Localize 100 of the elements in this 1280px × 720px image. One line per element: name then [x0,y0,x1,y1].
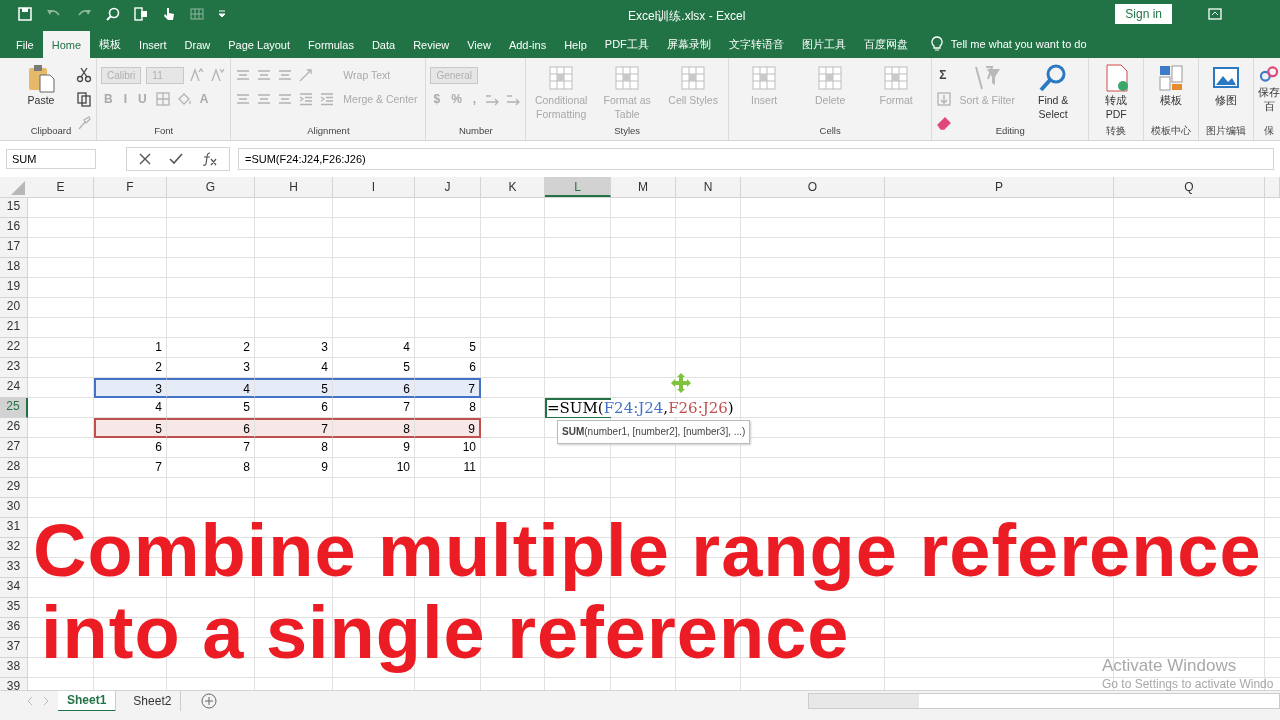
row-header[interactable]: 39 [0,678,28,690]
sign-in-button[interactable]: Sign in [1115,4,1172,24]
row-header[interactable]: 17 [0,238,28,258]
column-header[interactable]: Q [1114,177,1265,197]
column-header[interactable]: E [28,177,94,197]
add-sheet-icon[interactable] [201,693,218,709]
row-header[interactable]: 25 [0,398,28,418]
group-label: Styles [613,125,642,136]
table-cell: 6 [415,358,481,378]
ribbon-tab[interactable]: Data [362,31,405,58]
customize-icon[interactable] [218,9,226,19]
column-header[interactable]: F [94,177,167,197]
ribbon-button[interactable]: Paste [10,61,72,109]
row-header[interactable]: 22 [0,338,28,358]
table-cell: 8 [255,438,333,458]
ribbon-tab[interactable]: 百度网盘 [854,31,917,58]
row-header[interactable]: 31 [0,518,28,538]
ribbon-tab[interactable]: Draw [175,31,220,58]
row-header[interactable]: 34 [0,578,28,598]
hand-icon[interactable] [162,7,176,21]
row-header[interactable]: 29 [0,478,28,498]
row-header[interactable]: 27 [0,438,28,458]
row-header[interactable]: 38 [0,658,28,678]
column-header[interactable]: O [741,177,885,197]
sheet-tab[interactable]: Sheet1 [58,690,117,712]
function-tooltip: SUM(number1, [number2], [number3], ...) [557,420,751,444]
group-label: Editing [994,125,1026,136]
row-header[interactable]: 28 [0,458,28,478]
ribbon-tab[interactable]: 模板 [90,31,131,58]
cell-formula[interactable]: =SUM(F24:J24,F26:J26) [547,400,734,417]
ribbon-button[interactable]: 转成 PDF [1093,61,1140,123]
column-header[interactable]: L [545,177,611,197]
name-box[interactable]: SUM [6,149,96,169]
ribbon-tab[interactable]: Insert [130,31,176,58]
row-header[interactable]: 35 [0,598,28,618]
column-header[interactable]: J [415,177,481,197]
row-header[interactable]: 36 [0,618,28,638]
horizontal-scrollbar[interactable] [808,693,1280,709]
copy-icon[interactable] [76,91,92,107]
row-header[interactable]: 19 [0,278,28,298]
ribbon-button[interactable]: Find & Select [1022,61,1085,123]
column-header[interactable]: M [611,177,676,197]
table-cell: 2 [167,338,255,358]
ribbon-tab[interactable]: Page Layout [219,31,300,58]
ribbon-tab[interactable]: 图片工具 [792,31,855,58]
row-header[interactable]: 23 [0,358,28,378]
save-icon[interactable] [18,7,32,21]
ribbon-tab[interactable]: View [458,31,500,58]
ribbon-tab[interactable]: PDF工具 [595,31,658,58]
ribbon-tab[interactable]: Review [404,31,459,58]
row-header[interactable]: 18 [0,258,28,278]
group-label: 图片编辑 [1205,125,1248,138]
eraser-icon[interactable] [936,115,953,131]
cancel-icon[interactable] [139,153,151,165]
ribbon-display-icon[interactable] [1208,8,1222,20]
row-header[interactable]: 15 [0,198,28,218]
row-header[interactable]: 32 [0,538,28,558]
ribbon-tab[interactable]: Add-ins [499,31,556,58]
row-header[interactable]: 16 [0,218,28,238]
ribbon-tab[interactable]: 屏幕录制 [657,31,720,58]
row-header[interactable]: 30 [0,498,28,518]
ribbon-tab[interactable]: Home [42,31,91,58]
function-icon[interactable] [201,152,217,166]
row-header[interactable]: 20 [0,298,28,318]
row-header[interactable]: 37 [0,638,28,658]
row-header[interactable]: 26 [0,418,28,438]
touch-mode-icon[interactable] [134,7,148,21]
table-cell: 7 [415,378,481,398]
table-cell: 3 [94,378,167,398]
row-header[interactable]: 33 [0,558,28,578]
row-header[interactable]: 24 [0,378,28,398]
column-header[interactable]: P [885,177,1114,197]
formula-field[interactable]: =SUM(F24:J24,F26:J26) [238,148,1274,170]
caption-text: into a single reference [40,592,850,674]
group-label: 转换 [1105,125,1128,138]
checkmark-icon[interactable] [169,153,183,165]
group-label: 保 [1263,125,1276,138]
tell-me-field[interactable]: Tell me what you want to do [950,38,1087,50]
scroll-left-icon[interactable] [26,696,34,706]
column-header[interactable]: H [255,177,333,197]
ribbon-tab[interactable]: Formulas [299,31,363,58]
ribbon-button[interactable]: 模板 [1148,61,1195,109]
ribbon-tab[interactable]: Help [555,31,596,58]
ribbon-button[interactable]: 修图 [1203,61,1250,109]
ribbon-tab[interactable]: 文字转语音 [719,31,793,58]
search-icon[interactable] [106,7,120,21]
scroll-right-icon[interactable] [42,696,50,706]
grid-icon[interactable] [190,7,204,21]
table-cell: 4 [255,358,333,378]
column-header[interactable]: G [167,177,255,197]
column-header[interactable]: I [333,177,415,197]
column-header[interactable]: N [676,177,741,197]
ribbon-tab[interactable]: File [7,31,43,58]
table-cell: 3 [167,358,255,378]
ribbon-button[interactable]: 保存百 [1256,61,1280,115]
ribbon-button[interactable]: Σ [936,68,950,82]
scissors-icon[interactable] [76,67,92,83]
table-cell: 6 [94,438,167,458]
row-header[interactable]: 21 [0,318,28,338]
table-cell: 5 [333,358,415,378]
